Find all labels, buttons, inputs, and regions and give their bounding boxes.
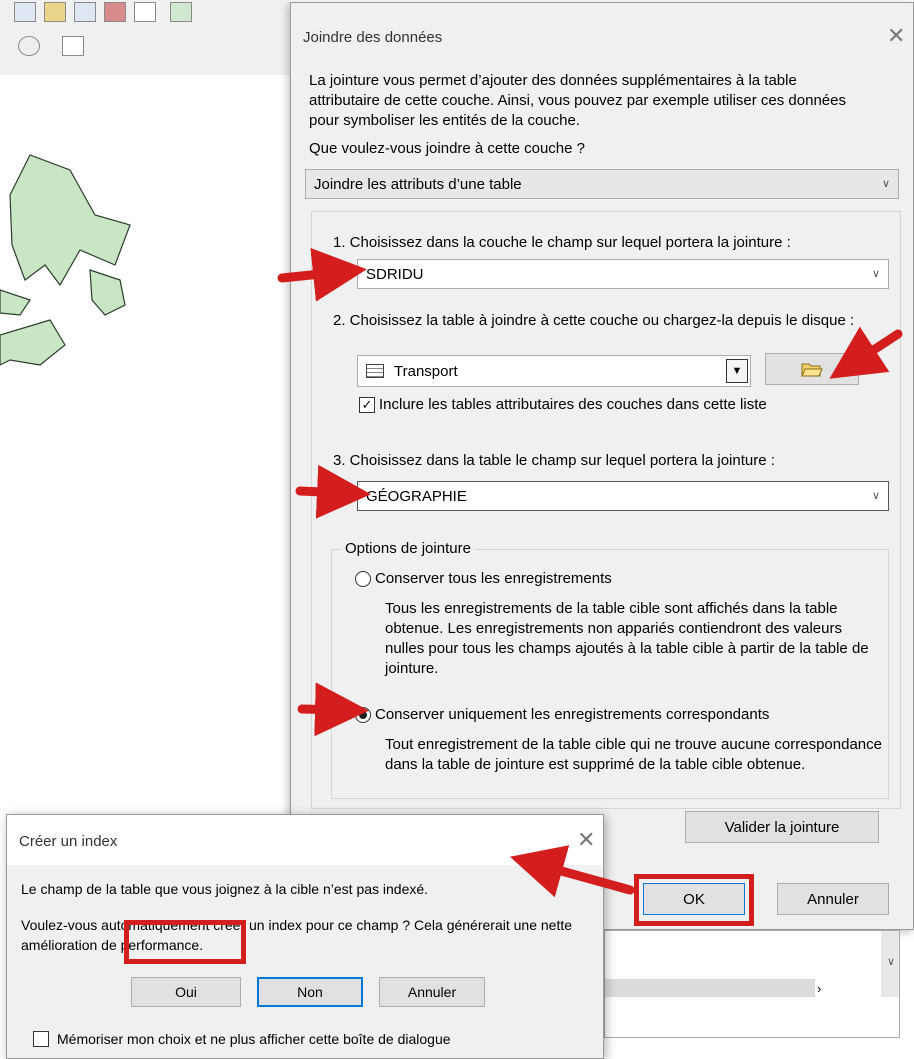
remember-choice-checkbox[interactable] — [33, 1031, 49, 1047]
toolbar-icon[interactable] — [44, 2, 66, 22]
join-type-value: Joindre les attributs d’une table — [314, 175, 522, 193]
annotation-highlight-ok — [634, 874, 754, 926]
index-cancel-button[interactable]: Annuler — [379, 977, 485, 1007]
include-layers-label: Inclure les tables attributaires des cou… — [379, 396, 767, 413]
keep-all-radio[interactable] — [355, 571, 371, 587]
scroll-right-icon[interactable]: › — [817, 981, 821, 996]
question-label: Que voulez-vous joindre à cette couche ? — [309, 140, 585, 157]
table-field-value: GÉOGRAPHIE — [366, 487, 467, 505]
join-type-select[interactable]: Joindre les attributs d’une table ∨ — [305, 169, 899, 199]
keep-matching-label: Conserver uniquement les enregistrements… — [375, 706, 770, 723]
horizontal-scrollbar[interactable] — [605, 979, 815, 997]
not-indexed-message: Le champ de la table que vous joignez à … — [21, 881, 429, 897]
step3-label: 3. Choisissez dans la table le champ sur… — [333, 452, 775, 469]
browse-folder-button[interactable] — [765, 353, 859, 385]
layer-field-value: SDRIDU — [366, 265, 424, 283]
dropdown-arrow-icon[interactable]: ▼ — [726, 359, 748, 383]
toolbar-icon[interactable] — [74, 2, 96, 22]
cancel-button[interactable]: Annuler — [777, 883, 889, 915]
yes-button[interactable]: Oui — [131, 977, 241, 1007]
validate-join-button[interactable]: Valider la jointure — [685, 811, 879, 843]
keep-matching-radio[interactable] — [355, 707, 371, 723]
create-index-dialog: Créer un index ✕ Le champ de la table qu… — [6, 814, 604, 1059]
keep-all-label: Conserver tous les enregistrements — [375, 570, 612, 587]
clock-icon[interactable] — [18, 36, 40, 56]
layer-field-select[interactable]: SDRIDU ∨ — [357, 259, 889, 289]
close-icon[interactable]: ✕ — [887, 25, 905, 47]
create-index-question: Voulez-vous automatiquement créer un ind… — [21, 917, 573, 953]
chevron-down-icon: ∨ — [881, 178, 890, 190]
join-options-title: Options de jointure — [341, 539, 475, 559]
map-view[interactable] — [0, 75, 290, 815]
index-dialog-title: Créer un index — [19, 833, 118, 850]
toolbar-icon[interactable] — [14, 2, 36, 22]
open-folder-icon — [801, 363, 823, 377]
join-table-select[interactable]: Transport ▼ — [357, 355, 751, 387]
join-table-value: Transport — [394, 362, 458, 380]
chevron-down-icon: ∨ — [871, 268, 880, 280]
remember-choice-label: Mémoriser mon choix et ne plus afficher … — [57, 1031, 451, 1047]
map-polygons — [0, 154, 131, 366]
table-field-select[interactable]: GÉOGRAPHIE ∨ — [357, 481, 889, 511]
background-toolbar — [0, 0, 290, 75]
chevron-down-icon: ∨ — [871, 490, 880, 502]
dialog-title: Joindre des données — [303, 29, 443, 46]
index-dialog-body: Le champ de la table que vous joignez à … — [7, 865, 603, 1058]
annotation-highlight-yes — [124, 920, 246, 964]
scroll-down-icon[interactable]: ∨ — [887, 955, 895, 968]
background-list[interactable]: ∨ › — [604, 930, 900, 1038]
no-button[interactable]: Non — [257, 977, 363, 1007]
step1-label: 1. Choisissez dans la couche le champ su… — [333, 234, 791, 251]
toolbar-icon[interactable] — [134, 2, 156, 22]
toolbar-icon[interactable] — [104, 2, 126, 22]
close-icon[interactable]: ✕ — [577, 829, 595, 851]
intro-text: La jointure vous permet d’ajouter des do… — [309, 72, 846, 129]
step2-label: 2. Choisissez la table à joindre à cette… — [333, 312, 855, 329]
join-data-dialog: Joindre des données ✕ La jointure vous p… — [290, 2, 914, 930]
zoom-icon[interactable] — [62, 36, 84, 56]
keep-all-description: Tous les enregistrements de la table cib… — [385, 600, 869, 677]
keep-matching-description: Tout enregistrement de la table cible qu… — [385, 736, 882, 773]
include-layers-checkbox[interactable]: ✓ — [359, 397, 375, 413]
toolbar-icon[interactable] — [170, 2, 192, 22]
table-icon — [366, 364, 384, 378]
